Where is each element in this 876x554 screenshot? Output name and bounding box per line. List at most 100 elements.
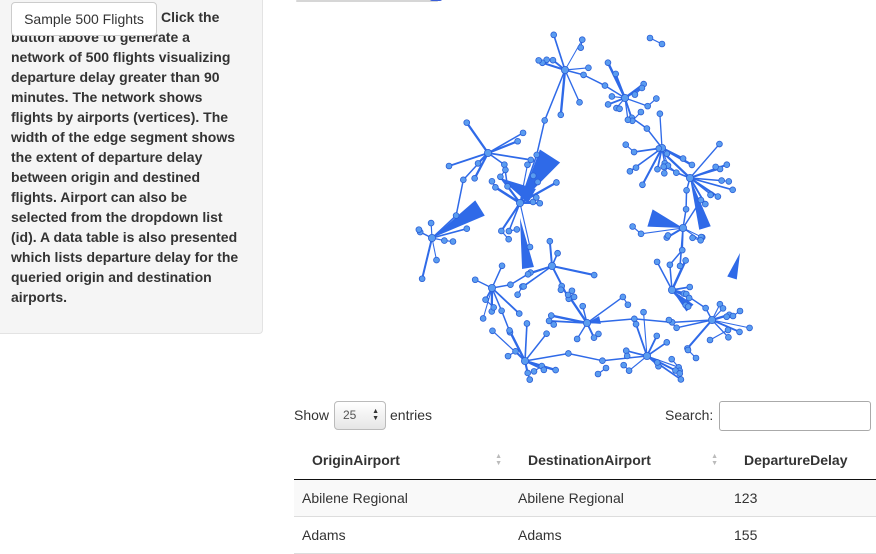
network-node[interactable] — [550, 57, 556, 63]
network-node[interactable] — [703, 305, 709, 311]
network-node[interactable] — [638, 231, 644, 237]
network-node[interactable] — [737, 329, 743, 335]
network-node[interactable] — [551, 322, 557, 328]
network-node[interactable] — [685, 304, 691, 310]
network-node[interactable] — [506, 228, 512, 234]
network-node[interactable] — [464, 120, 470, 126]
network-node[interactable] — [633, 165, 639, 171]
network-node[interactable] — [627, 168, 633, 174]
network-node[interactable] — [521, 357, 528, 364]
network-node[interactable] — [698, 197, 704, 203]
search-input[interactable] — [719, 401, 871, 431]
network-node[interactable] — [657, 111, 663, 117]
network-node[interactable] — [533, 195, 539, 201]
network-node[interactable] — [561, 66, 568, 73]
network-node[interactable] — [583, 319, 590, 326]
network-node[interactable] — [525, 370, 531, 376]
network-node[interactable] — [527, 244, 533, 250]
network-node[interactable] — [631, 149, 637, 155]
network-node[interactable] — [480, 316, 486, 322]
network-node[interactable] — [586, 65, 592, 71]
network-node[interactable] — [720, 305, 726, 311]
sample-flights-button[interactable]: Sample 500 Flights — [11, 2, 157, 36]
network-node[interactable] — [724, 314, 730, 320]
network-node[interactable] — [484, 149, 491, 156]
network-node[interactable] — [516, 199, 523, 206]
network-node[interactable] — [631, 316, 637, 322]
network-node[interactable] — [630, 224, 636, 230]
network-node[interactable] — [571, 294, 577, 300]
network-node[interactable] — [730, 187, 736, 193]
network-node[interactable] — [730, 313, 736, 319]
network-node[interactable] — [624, 353, 630, 359]
network-node[interactable] — [719, 178, 725, 184]
network-node[interactable] — [493, 184, 499, 190]
network-node[interactable] — [605, 60, 611, 66]
network-node[interactable] — [643, 352, 650, 359]
network-node[interactable] — [623, 348, 629, 354]
network-node[interactable] — [698, 237, 704, 243]
network-node[interactable] — [693, 355, 699, 361]
network-node[interactable] — [747, 325, 753, 331]
network-node[interactable] — [537, 200, 543, 206]
network-node[interactable] — [574, 336, 580, 342]
network-node[interactable] — [464, 226, 470, 232]
network-node[interactable] — [654, 259, 660, 265]
network-node[interactable] — [490, 328, 496, 334]
network-node[interactable] — [641, 309, 647, 315]
network-node[interactable] — [551, 32, 557, 38]
network-node[interactable] — [527, 377, 533, 383]
network-node[interactable] — [717, 141, 723, 147]
network-node[interactable] — [453, 213, 459, 219]
network-node[interactable] — [654, 333, 660, 339]
network-node[interactable] — [450, 239, 456, 245]
network-node[interactable] — [640, 182, 646, 188]
network-node[interactable] — [579, 37, 585, 43]
network-node[interactable] — [677, 263, 683, 269]
network-node[interactable] — [623, 142, 629, 148]
network-node[interactable] — [725, 327, 731, 333]
network-node[interactable] — [515, 138, 521, 144]
network-node[interactable] — [603, 365, 609, 371]
network-node[interactable] — [673, 170, 679, 176]
network-node[interactable] — [483, 297, 489, 303]
network-node[interactable] — [507, 328, 513, 334]
network-node[interactable] — [491, 305, 497, 311]
network-node[interactable] — [472, 277, 478, 283]
network-node[interactable] — [555, 250, 561, 256]
network-node[interactable] — [544, 331, 550, 337]
table-row[interactable]: Adams Adams 155 — [294, 517, 876, 554]
network-node[interactable] — [416, 227, 422, 233]
network-node[interactable] — [565, 292, 571, 298]
network-node[interactable] — [499, 263, 505, 269]
network-node[interactable] — [515, 292, 521, 298]
network-node[interactable] — [497, 174, 503, 180]
network-node[interactable] — [542, 118, 548, 124]
network-node[interactable] — [666, 317, 672, 323]
column-header-origin[interactable]: OriginAirport ▲▼ — [294, 441, 510, 480]
network-node[interactable] — [514, 227, 520, 233]
network-node[interactable] — [687, 284, 693, 290]
network-node[interactable] — [644, 126, 650, 132]
network-node[interactable] — [446, 163, 452, 169]
network-node[interactable] — [638, 109, 644, 115]
network-node[interactable] — [620, 294, 626, 300]
network-node[interactable] — [617, 106, 623, 112]
network-node[interactable] — [472, 175, 478, 181]
network-node[interactable] — [531, 368, 537, 374]
network-node[interactable] — [707, 337, 713, 343]
network-node[interactable] — [577, 99, 583, 105]
network-node[interactable] — [713, 164, 719, 170]
network-node[interactable] — [488, 284, 495, 291]
network-node[interactable] — [558, 112, 564, 118]
network-node[interactable] — [715, 194, 721, 200]
network-node[interactable] — [534, 152, 540, 158]
network-node[interactable] — [547, 238, 553, 244]
network-node[interactable] — [690, 235, 696, 241]
network-node[interactable] — [737, 308, 743, 314]
network-node[interactable] — [419, 276, 425, 282]
column-header-delay[interactable]: DepartureDelay — [726, 441, 876, 480]
network-node[interactable] — [434, 257, 440, 263]
network-node[interactable] — [428, 234, 435, 241]
network-node[interactable] — [656, 146, 662, 152]
